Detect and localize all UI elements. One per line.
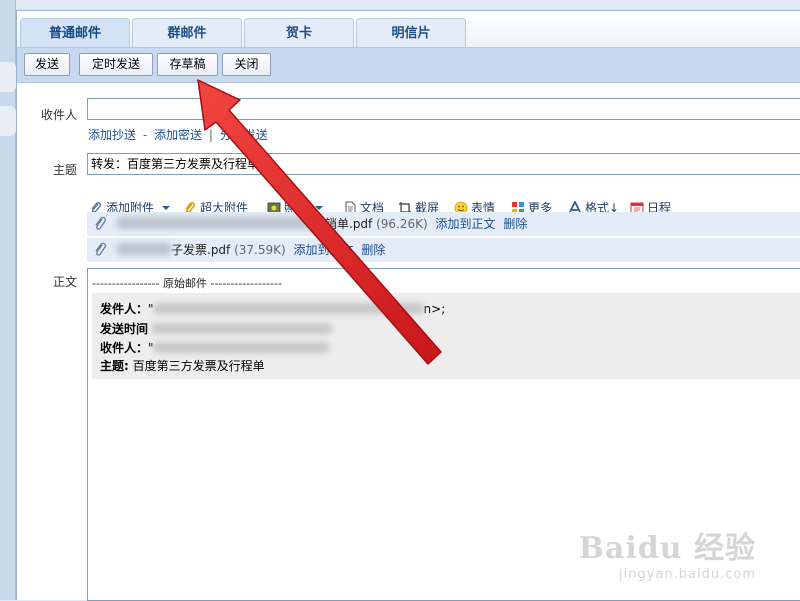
original-to-line: 收件人："	[100, 339, 329, 356]
attachment-size: (37.59K)	[234, 243, 286, 257]
close-button[interactable]: 关闭	[222, 53, 271, 76]
tab-normal-mail[interactable]: 普通邮件	[20, 18, 130, 48]
attachment-name: 子发票.pdf (37.59K) 添加到正文 删除	[117, 238, 385, 262]
send-button[interactable]: 发送	[24, 53, 70, 76]
attachment-row: 子发票.pdf (37.59K) 添加到正文 删除	[87, 238, 800, 262]
scheduled-send-button[interactable]: 定时发送	[79, 53, 153, 76]
attachment-name: 报销单.pdf (96.26K) 添加到正文 删除	[117, 212, 527, 236]
redacted-text	[117, 217, 313, 229]
add-cc-link[interactable]: 添加抄送	[88, 128, 136, 142]
delete-attachment-link[interactable]: 删除	[503, 217, 527, 231]
rail-tab[interactable]	[0, 106, 16, 136]
tab-greeting-card[interactable]: 贺卡	[244, 18, 354, 48]
add-to-body-link[interactable]: 添加到正文	[294, 243, 354, 257]
tab-bar: 普通邮件 群邮件 贺卡 明信片	[17, 11, 800, 48]
redacted-text	[153, 303, 424, 314]
body-label: 正文	[53, 275, 78, 289]
compose-window: 普通邮件 群邮件 贺卡 明信片 发送 定时发送 存草稿 关闭 收件人 添加抄送 …	[16, 10, 800, 601]
separate-send-link[interactable]: 分别发送	[220, 128, 268, 142]
tab-group-mail[interactable]: 群邮件	[132, 18, 242, 48]
redacted-text	[117, 243, 171, 255]
original-sent-time-line: 发送时间	[100, 320, 333, 337]
paperclip-icon	[95, 216, 106, 230]
baidu-watermark: Baidu 经验 jingyan.baidu.com	[578, 531, 756, 582]
tab-postcard[interactable]: 明信片	[356, 18, 466, 48]
delete-attachment-link[interactable]: 删除	[361, 243, 385, 257]
attachment-size: (96.26K)	[376, 217, 428, 231]
subject-label: 主题	[53, 163, 78, 177]
redacted-text	[152, 323, 333, 334]
left-rail	[0, 0, 16, 600]
redacted-text	[153, 342, 329, 353]
paperclip-icon	[95, 242, 106, 256]
add-bcc-link[interactable]: 添加密送	[154, 128, 202, 142]
save-draft-button[interactable]: 存草稿	[157, 53, 218, 76]
recipient-links: 添加抄送 - 添加密送 | 分别发送	[88, 126, 268, 143]
recipient-input[interactable]	[87, 98, 800, 120]
link-separator: |	[208, 128, 213, 142]
rail-tab[interactable]	[0, 62, 16, 92]
subject-input[interactable]: 转发：百度第三方发票及行程单	[87, 153, 800, 175]
add-to-body-link[interactable]: 添加到正文	[436, 217, 496, 231]
link-separator: -	[142, 128, 148, 142]
attachment-row: 报销单.pdf (96.26K) 添加到正文 删除	[87, 212, 800, 236]
original-mail-separator: ----------------- 原始邮件 -----------------…	[92, 277, 282, 290]
recipient-label: 收件人	[41, 108, 78, 122]
original-subject-line: 主题: 百度第三方发票及行程单	[100, 359, 265, 373]
compose-toolbar: 发送 定时发送 存草稿 关闭	[17, 47, 800, 83]
original-mail-header-box: 发件人：" n>; 发送时间 收件人：" 主题: 百度第三方发票及行程单	[92, 293, 800, 379]
original-from-line: 发件人：" n>;	[100, 302, 446, 316]
